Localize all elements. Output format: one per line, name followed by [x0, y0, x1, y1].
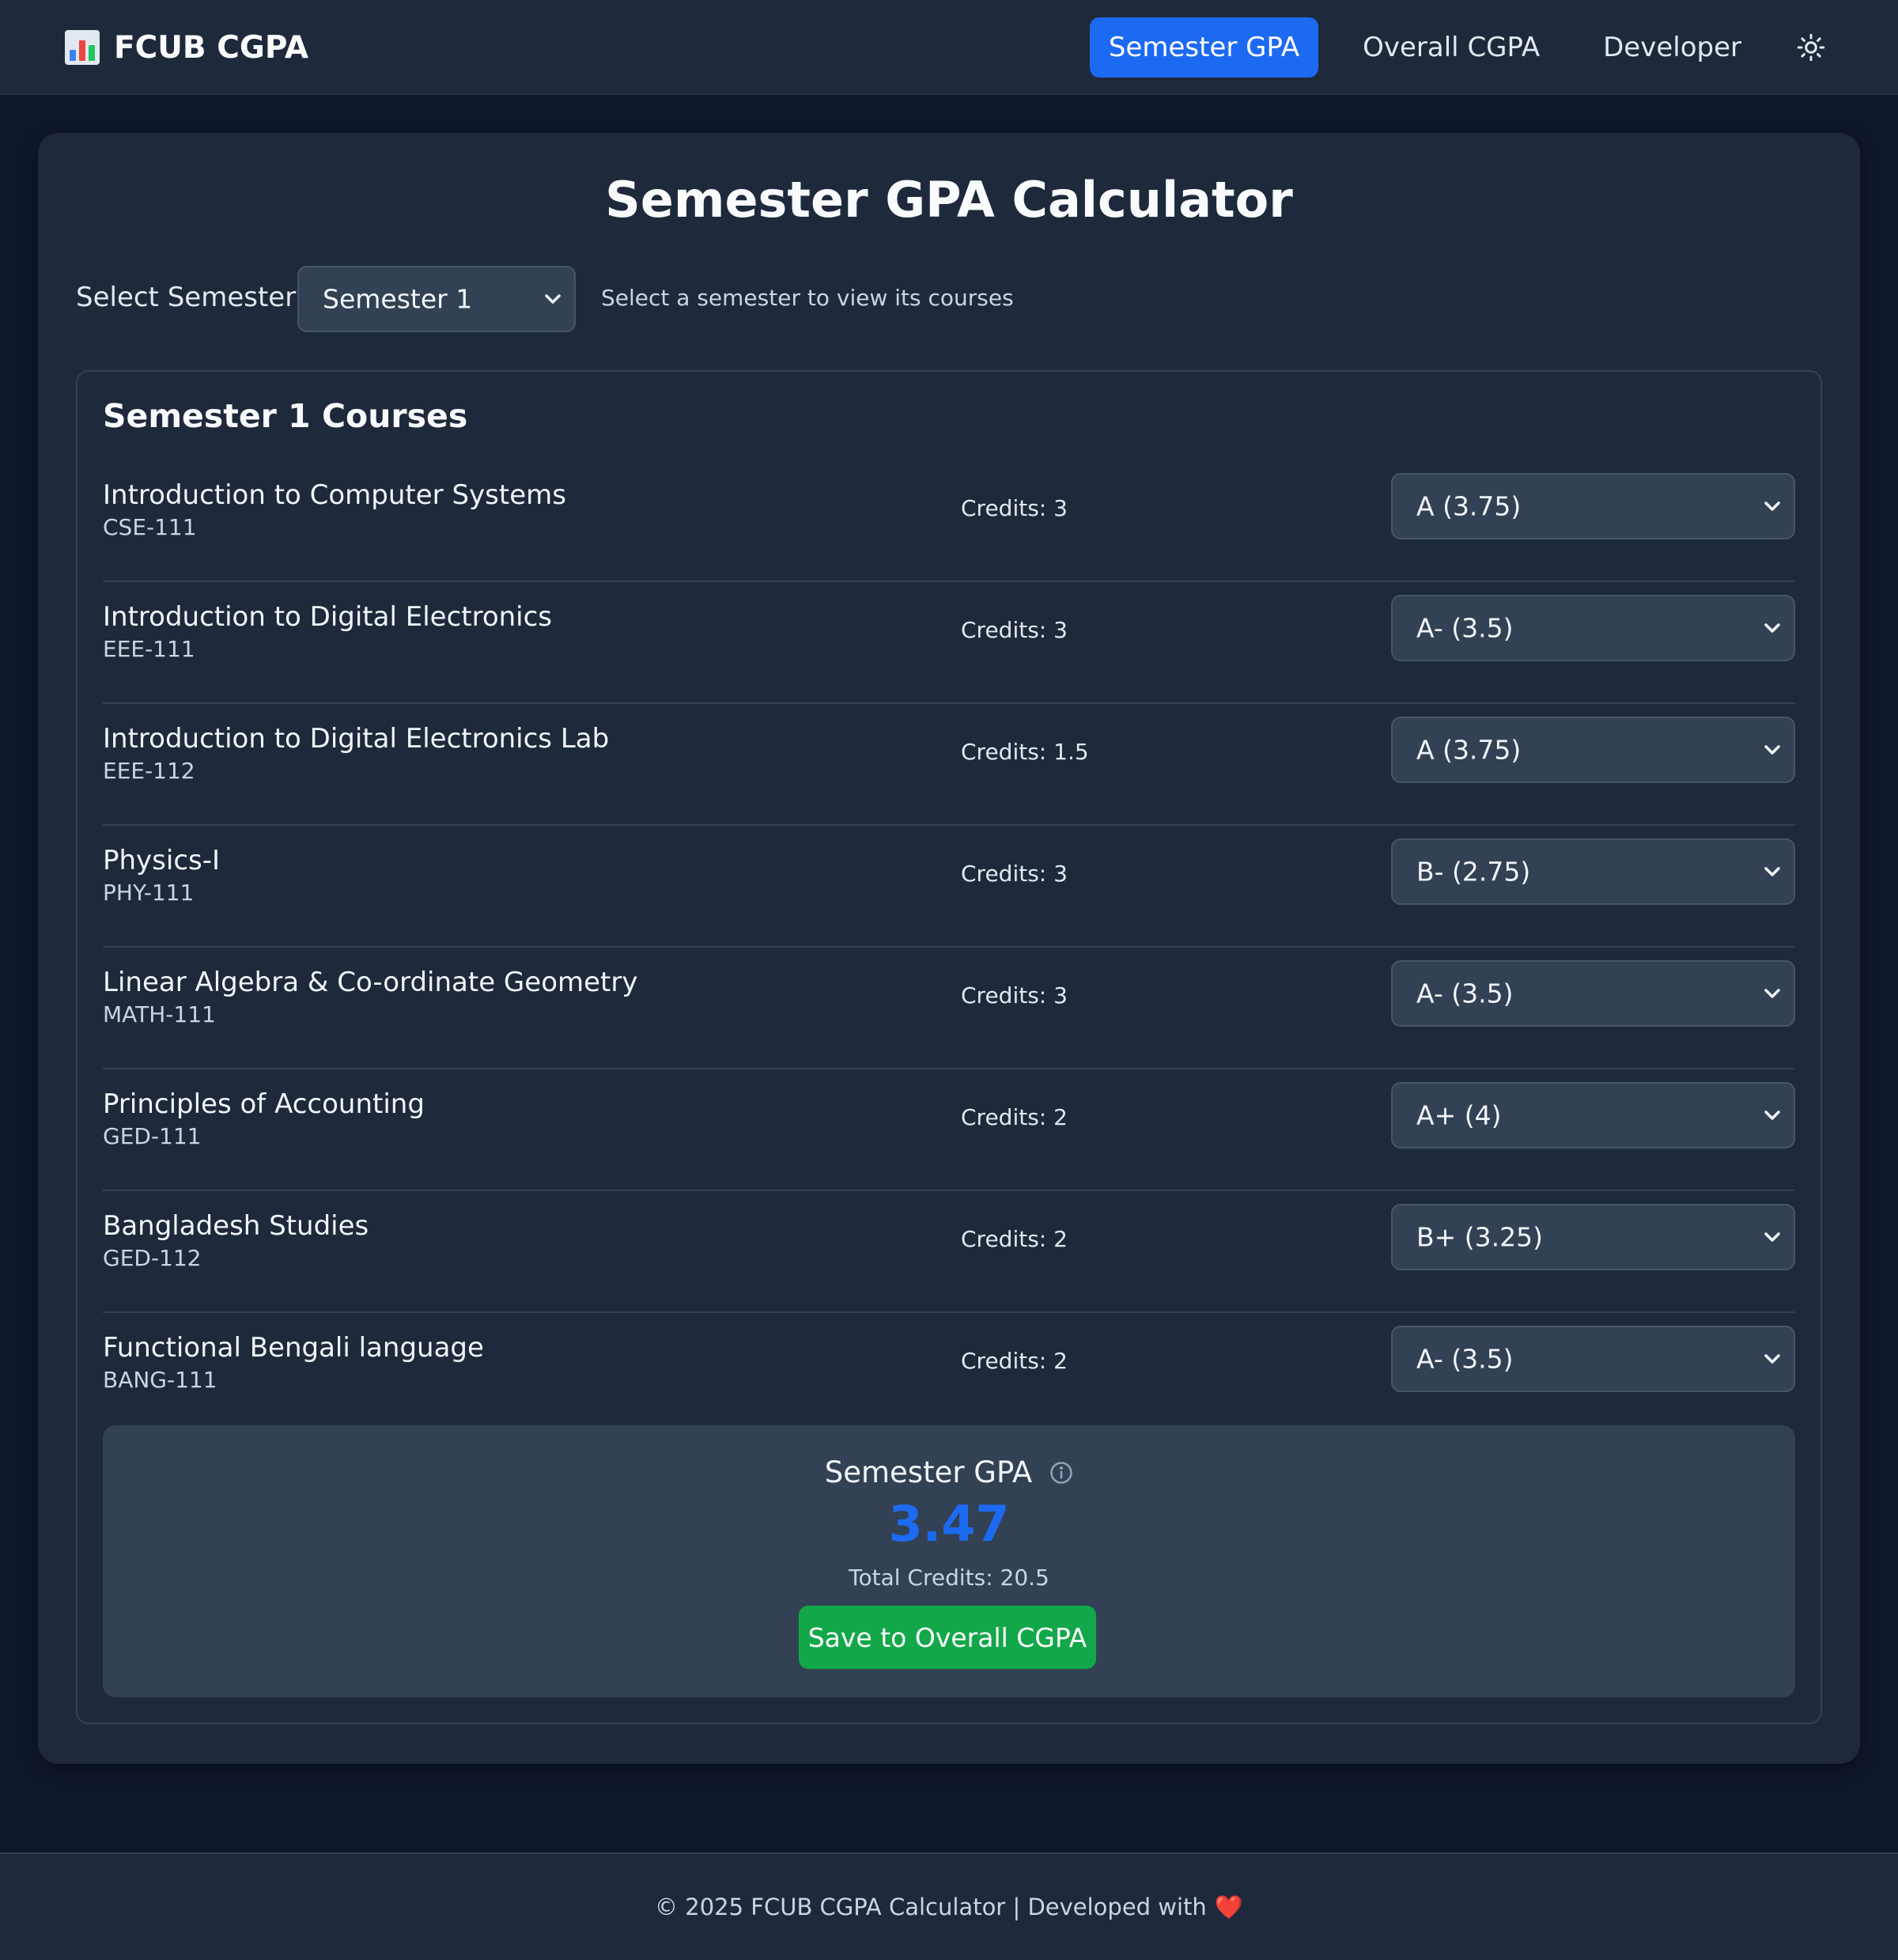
theme-toggle-button[interactable]: [1792, 28, 1830, 66]
grade-select-value: B+ (3.25): [1416, 1221, 1544, 1253]
semester-select-value: Semester 1: [323, 283, 473, 315]
page-title: Semester GPA Calculator: [605, 171, 1293, 229]
chevron-down-icon: [1764, 623, 1780, 633]
course-name: Introduction to Digital Electronics: [103, 601, 553, 633]
course-row: Introduction to Digital Electronics EEE-…: [103, 582, 1795, 704]
grade-select-value: A (3.75): [1416, 490, 1522, 522]
course-code: EEE-111: [103, 636, 195, 662]
courses-section: Semester 1 Courses Introduction to Compu…: [76, 370, 1822, 1724]
chevron-down-icon: [1764, 989, 1780, 998]
sun-icon: [1797, 33, 1825, 62]
footer-text: © 2025 FCUB CGPA Calculator | Developed …: [655, 1894, 1207, 1920]
grade-select-value: A (3.75): [1416, 734, 1522, 766]
course-row: Introduction to Computer Systems CSE-111…: [103, 460, 1795, 582]
course-code: GED-111: [103, 1123, 202, 1149]
course-row: Bangladesh Studies GED-112 Credits: 2 B+…: [103, 1191, 1795, 1313]
grade-select[interactable]: A (3.75): [1391, 717, 1795, 783]
course-name: Functional Bengali language: [103, 1332, 484, 1364]
tab-developer[interactable]: Developer: [1584, 17, 1760, 78]
gpa-result-label: Semester GPA: [103, 1454, 1795, 1489]
course-credits: Credits: 3: [961, 982, 1068, 1008]
grade-select[interactable]: B- (2.75): [1391, 838, 1795, 905]
grade-select-value: B- (2.75): [1416, 856, 1531, 887]
chevron-down-icon: [1764, 501, 1780, 511]
gpa-label-text: Semester GPA: [824, 1455, 1033, 1489]
grade-select[interactable]: B+ (3.25): [1391, 1204, 1795, 1270]
course-name: Introduction to Computer Systems: [103, 479, 566, 511]
course-credits: Credits: 2: [961, 1348, 1068, 1374]
courses-heading: Semester 1 Courses: [103, 397, 468, 435]
course-credits: Credits: 3: [961, 617, 1068, 643]
gpa-result-panel: Semester GPA 3.47 Total Credits: 20.5 Sa…: [103, 1425, 1795, 1697]
grade-select[interactable]: A- (3.5): [1391, 1326, 1795, 1392]
save-to-overall-cgpa-button[interactable]: Save to Overall CGPA: [799, 1606, 1096, 1669]
course-name: Principles of Accounting: [103, 1088, 425, 1120]
course-code: EEE-112: [103, 758, 195, 784]
total-credits: Total Credits: 20.5: [849, 1565, 1049, 1591]
course-credits: Credits: 2: [961, 1104, 1068, 1130]
info-icon[interactable]: [1049, 1461, 1073, 1485]
course-credits: Credits: 1.5: [961, 739, 1089, 765]
bar-chart-icon: [65, 30, 100, 65]
heart-icon: ❤️: [1214, 1893, 1243, 1920]
chevron-down-icon: [1764, 1232, 1780, 1242]
grade-select-value: A- (3.5): [1416, 1343, 1514, 1375]
course-code: BANG-111: [103, 1367, 217, 1393]
course-credits: Credits: 3: [961, 495, 1068, 521]
brand[interactable]: FCUB CGPA: [65, 27, 308, 68]
grade-select[interactable]: A- (3.5): [1391, 595, 1795, 661]
grade-select[interactable]: A (3.75): [1391, 473, 1795, 539]
grade-select-value: A+ (4): [1416, 1099, 1502, 1131]
course-row: Functional Bengali language BANG-111 Cre…: [103, 1313, 1795, 1435]
course-name: Linear Algebra & Co-ordinate Geometry: [103, 967, 638, 998]
main-nav: Semester GPA Overall CGPA Developer: [1089, 17, 1898, 78]
grade-select-value: A- (3.5): [1416, 612, 1514, 644]
grade-select[interactable]: A- (3.5): [1391, 960, 1795, 1027]
tab-overall-cgpa[interactable]: Overall CGPA: [1344, 17, 1559, 78]
course-name: Physics-I: [103, 845, 221, 876]
course-credits: Credits: 3: [961, 861, 1068, 887]
course-credits: Credits: 2: [961, 1226, 1068, 1252]
footer: © 2025 FCUB CGPA Calculator | Developed …: [0, 1852, 1898, 1960]
chevron-down-icon: [1764, 745, 1780, 755]
chevron-down-icon: [545, 294, 561, 304]
chevron-down-icon: [1764, 1111, 1780, 1120]
grade-select-value: A- (3.5): [1416, 978, 1514, 1009]
course-row: Linear Algebra & Co-ordinate Geometry MA…: [103, 948, 1795, 1069]
semester-hint: Select a semester to view its courses: [601, 285, 1014, 311]
chevron-down-icon: [1764, 1354, 1780, 1364]
course-code: GED-112: [103, 1245, 202, 1271]
calculator-card: Semester GPA Calculator Select Semester:…: [38, 133, 1860, 1764]
semester-select[interactable]: Semester 1: [297, 266, 576, 332]
gpa-value: 3.47: [888, 1495, 1010, 1553]
course-row: Physics-I PHY-111 Credits: 3 B- (2.75): [103, 826, 1795, 948]
top-navbar: FCUB CGPA Semester GPA Overall CGPA Deve…: [0, 0, 1898, 95]
brand-title: FCUB CGPA: [114, 29, 309, 66]
course-row: Introduction to Digital Electronics Lab …: [103, 704, 1795, 826]
semester-select-label: Select Semester:: [76, 282, 305, 313]
grade-select[interactable]: A+ (4): [1391, 1082, 1795, 1148]
course-name: Introduction to Digital Electronics Lab: [103, 723, 610, 755]
chevron-down-icon: [1764, 867, 1780, 876]
course-name: Bangladesh Studies: [103, 1210, 369, 1242]
tab-semester-gpa[interactable]: Semester GPA: [1089, 17, 1319, 78]
course-code: CSE-111: [103, 514, 197, 540]
course-code: MATH-111: [103, 1001, 216, 1027]
course-code: PHY-111: [103, 880, 195, 906]
course-row: Principles of Accounting GED-111 Credits…: [103, 1069, 1795, 1191]
